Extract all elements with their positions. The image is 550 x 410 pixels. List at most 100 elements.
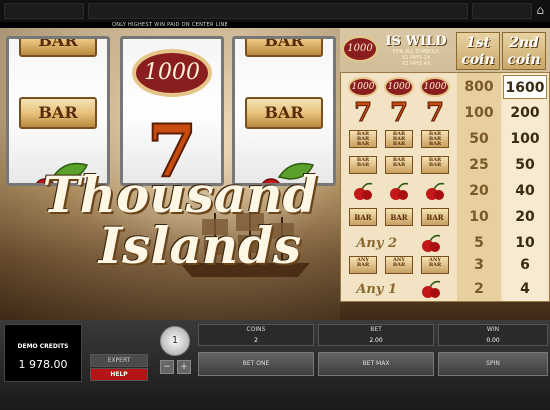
- paytable-header: 1000 IS WILD FOR ALL SYMBOLS X1 PAYS 2X …: [340, 30, 550, 70]
- paytable-row: BAR BAR BAR BAR BAR BAR 25 50: [341, 153, 549, 177]
- triple-bar-icon: BAR BAR BAR: [349, 130, 377, 148]
- bar-symbol: BAR: [19, 39, 97, 57]
- combo-symbols: 1000 1000 1000: [345, 76, 453, 98]
- payout-1st-coin: 3: [474, 257, 484, 273]
- spin-button[interactable]: SPIN: [438, 352, 548, 376]
- cherry-icon: [421, 234, 440, 252]
- win-label: WIN: [486, 326, 500, 333]
- paytable-row: BAR BAR BAR BAR BAR BAR BAR BAR BAR 50 1…: [341, 127, 549, 151]
- coin-size-selector[interactable]: 1: [160, 326, 190, 356]
- coins-label: COINS: [246, 326, 266, 333]
- wild-title: IS WILD: [385, 34, 447, 49]
- bet-label: BET: [370, 326, 382, 333]
- combo-symbols: Any 2: [345, 232, 453, 254]
- combo-symbols: Any 1: [345, 278, 453, 300]
- seven-icon: 7: [389, 98, 409, 128]
- reel-1: BAR BAR: [6, 36, 110, 186]
- bar-symbol: BAR: [245, 39, 323, 57]
- seven-icon: 7: [353, 98, 373, 128]
- payout-1st-coin: 2: [474, 281, 484, 297]
- payout-1st-coin: 10: [469, 209, 489, 225]
- paytable-row: 7 7 7 100 200: [341, 98, 549, 128]
- coin-increase-button[interactable]: +: [177, 360, 191, 374]
- thousand-coin-icon: 1000: [348, 77, 378, 97]
- payout-1st-coin: 25: [469, 157, 489, 173]
- cherry-icon: [421, 280, 440, 298]
- bet-one-button[interactable]: BET ONE: [198, 352, 314, 376]
- any-2-label: Any 2: [356, 235, 397, 251]
- top-bar: ⌂: [0, 0, 550, 22]
- combo-symbols: BAR BAR BAR BAR BAR BAR BAR BAR BAR: [345, 128, 453, 150]
- payout-2nd-coin: 50: [515, 157, 535, 173]
- credits-value: 1 978.00: [18, 358, 68, 371]
- top-bar-segment: [88, 3, 468, 19]
- single-bar-icon: BAR: [421, 208, 449, 226]
- win-value: 0.00: [486, 337, 500, 344]
- combo-symbols: ANY BAR ANY BAR ANY BAR: [345, 254, 453, 276]
- single-bar-icon: BAR: [349, 208, 377, 226]
- payline-notice: ONLY HIGHEST WIN PAID ON CENTER LINE: [112, 22, 228, 28]
- bet-field: BET 2.00: [318, 324, 434, 346]
- title-line-1: Thousand: [42, 165, 318, 224]
- top-bar-segment: [4, 3, 84, 19]
- double-bar-icon: BAR BAR: [349, 156, 377, 174]
- combo-symbols: BAR BAR BAR BAR BAR BAR: [345, 154, 453, 176]
- win-field: WIN 0.00: [438, 324, 548, 346]
- bar-symbol: BAR: [245, 97, 323, 129]
- title-line-2: Islands: [98, 216, 302, 275]
- paytable-row: 1000 1000 1000 800 1600: [341, 75, 549, 99]
- reel-3: BAR BAR: [232, 36, 336, 186]
- coins-field: COINS 2: [198, 324, 314, 346]
- home-icon[interactable]: ⌂: [536, 3, 544, 17]
- combo-symbols: BAR BAR BAR: [345, 206, 453, 228]
- double-bar-icon: BAR BAR: [385, 156, 413, 174]
- payout-2nd-coin: 6: [520, 257, 530, 273]
- combo-symbols: 7 7 7: [345, 98, 453, 128]
- wild-coin-icon: 1000: [342, 36, 378, 62]
- bet-value: 2.00: [369, 337, 383, 344]
- paytable-row: BAR BAR BAR 10 20: [341, 205, 549, 229]
- second-coin-header: 2nd coin: [502, 32, 546, 70]
- bet-max-button[interactable]: BET MAX: [318, 352, 434, 376]
- cherry-icon: [426, 182, 445, 200]
- payout-2nd-coin: 200: [510, 105, 540, 121]
- payout-2nd-coin: 4: [520, 281, 530, 297]
- payout-2nd-coin: 100: [510, 131, 540, 147]
- any-1-label: Any 1: [356, 281, 397, 297]
- cherry-icon: [354, 182, 373, 200]
- triple-bar-icon: BAR BAR BAR: [385, 130, 413, 148]
- double-bar-icon: BAR BAR: [421, 156, 449, 174]
- wild-description: IS WILD FOR ALL SYMBOLS X1 PAYS 2X X2 PA…: [380, 34, 452, 67]
- thousand-coin-icon: 1000: [420, 77, 450, 97]
- payout-2nd-coin: 40: [515, 183, 535, 199]
- payout-1st-coin: 20: [469, 183, 489, 199]
- wild-sub: X2 PAYS 4X: [401, 61, 431, 67]
- paytable-body: 1000 1000 1000 800 1600 7 7 7 100 200 BA…: [340, 72, 550, 302]
- paytable-row: Any 2 5 10: [341, 231, 549, 255]
- bar-symbol: BAR: [19, 97, 97, 129]
- help-button[interactable]: HELP: [90, 368, 148, 381]
- reel-2: 1000 7: [120, 36, 224, 186]
- any-bar-icon: ANY BAR: [385, 256, 413, 274]
- paytable-row: Any 1 2 4: [341, 277, 549, 301]
- payout-1st-coin: 50: [469, 131, 489, 147]
- payout-1st-coin: 800: [464, 79, 494, 95]
- combo-symbols: [345, 180, 453, 202]
- any-bar-icon: ANY BAR: [349, 256, 377, 274]
- control-panel: DEMO CREDITS 1 978.00 EXPERT HELP 1 − + …: [0, 320, 550, 410]
- payout-1st-coin: 100: [464, 105, 494, 121]
- paytable-row: 20 40: [341, 179, 549, 203]
- thousand-coin-symbol: 1000: [132, 49, 212, 97]
- thousand-coin-icon: 1000: [384, 77, 414, 97]
- any-bar-icon: ANY BAR: [421, 256, 449, 274]
- single-bar-icon: BAR: [385, 208, 413, 226]
- expert-button[interactable]: EXPERT: [90, 354, 148, 367]
- paytable: 1000 IS WILD FOR ALL SYMBOLS X1 PAYS 2X …: [340, 30, 550, 302]
- coin-decrease-button[interactable]: −: [160, 360, 174, 374]
- payout-1st-coin: 5: [474, 235, 484, 251]
- first-coin-header: 1st coin: [456, 32, 500, 70]
- credits-label: DEMO CREDITS: [17, 343, 69, 350]
- paytable-row: ANY BAR ANY BAR ANY BAR 3 6: [341, 253, 549, 277]
- triple-bar-icon: BAR BAR BAR: [421, 130, 449, 148]
- cherry-icon: [390, 182, 409, 200]
